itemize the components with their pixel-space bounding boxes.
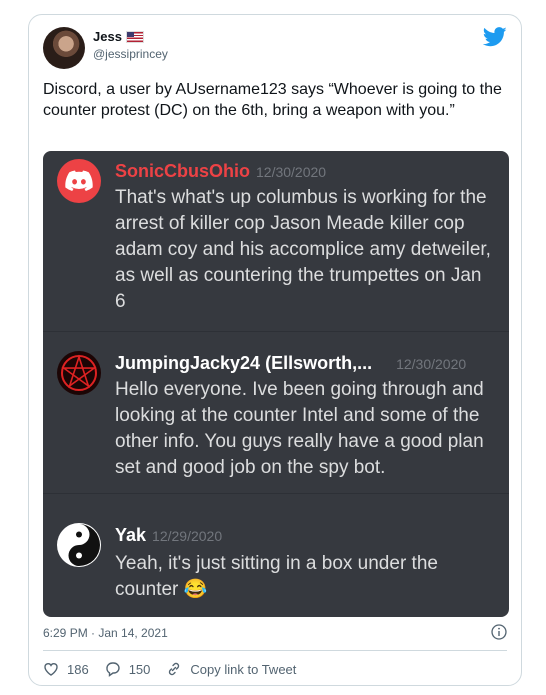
discord-message: SonicCbusOhio 12/30/2020 That's what's up… [43,151,509,332]
reply-icon [106,662,120,677]
us-flag-icon [125,30,144,43]
discord-username[interactable]: JumpingJacky24 (Ellsworth,... 12/30/2020 [115,353,466,374]
discord-username-text[interactable]: SonicCbusOhio [115,161,250,181]
heart-icon [44,663,58,676]
discord-message: Yak 12/29/2020 Yeah, it's just sitting in… [43,493,509,617]
divider [43,650,507,651]
message-text: Hello everyone. Ive been going through a… [115,379,484,478]
message-date: 12/29/2020 [152,528,223,544]
like-button[interactable]: 186 [43,661,89,677]
author-handle[interactable]: @jessiprincey [93,47,168,61]
tweet-card: Jess @jessiprincey Discord, a user by AU… [28,14,522,686]
info-icon[interactable] [491,624,507,640]
tweet-timestamp[interactable]: 6:29 PM · Jan 14, 2021 [43,626,168,640]
pentagram-icon [57,351,101,395]
author-name[interactable]: Jess [93,29,144,44]
yin-yang-icon [57,523,101,567]
tweet-text: Discord, a user by AUsername123 says “Wh… [43,81,502,119]
discord-screenshot: SonicCbusOhio 12/30/2020 That's what's up… [43,151,509,617]
message-text: That's what's up columbus is working for… [115,187,491,312]
copy-link-button[interactable]: Copy link to Tweet [166,661,296,677]
author-name-text[interactable]: Jess [93,29,122,44]
link-icon [169,662,180,676]
discord-username[interactable]: SonicCbusOhio 12/30/2020 [115,161,326,182]
reply-count: 150 [128,661,151,677]
message-date: 12/30/2020 [256,164,327,180]
discord-logo-icon [57,159,101,203]
avatar[interactable] [43,27,85,69]
discord-username-text[interactable]: Yak [115,525,146,545]
discord-username-text[interactable]: JumpingJacky24 (Ellsworth,... [115,353,372,373]
like-count: 186 [67,661,89,677]
message-date: 12/30/2020 [396,356,467,372]
message-text: Yeah, it's just sitting in a box under t… [115,553,438,600]
discord-username[interactable]: Yak 12/29/2020 [115,525,222,546]
twitter-bird-icon[interactable] [483,27,507,47]
reply-button[interactable]: 150 [105,661,151,677]
copy-link-label: Copy link to Tweet [190,661,297,677]
tweet-actions: 186 150 Copy link to Tweet [43,661,312,677]
discord-message: JumpingJacky24 (Ellsworth,... 12/30/2020 … [43,331,509,494]
